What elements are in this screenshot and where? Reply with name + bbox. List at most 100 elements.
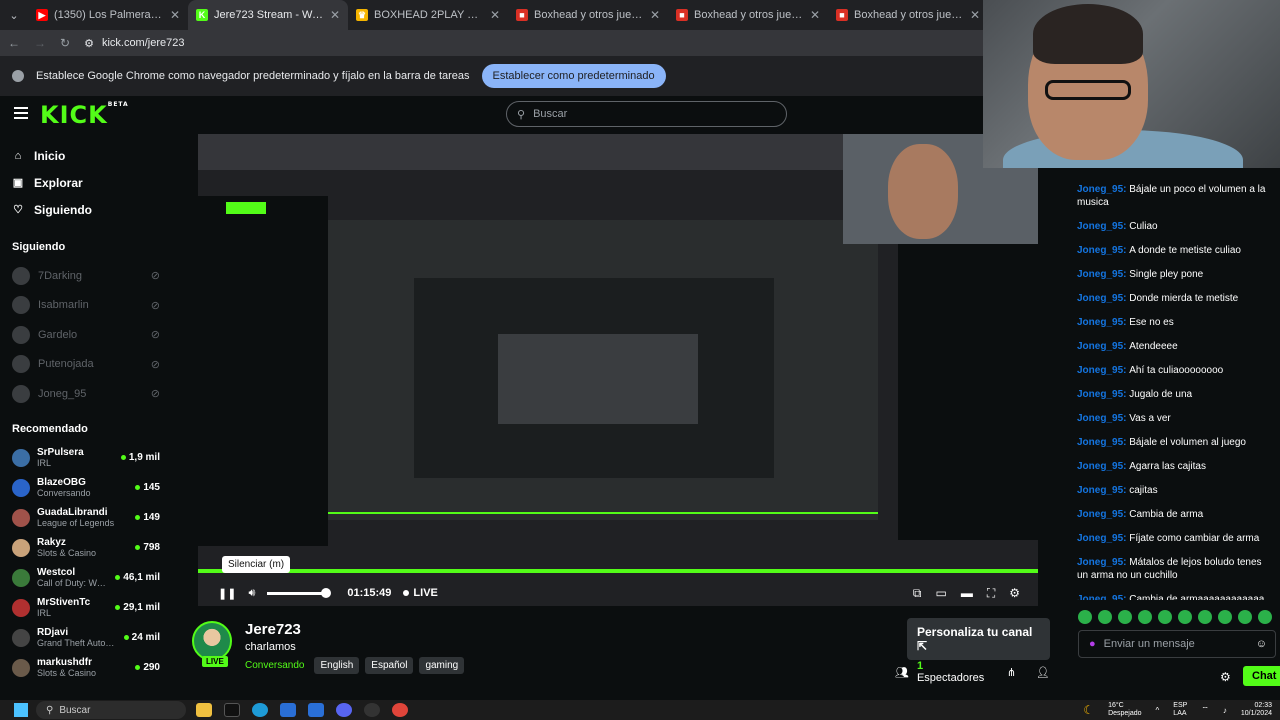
kick-logo[interactable]: KICKBETA <box>40 101 129 129</box>
chat-username[interactable]: Joneg_95 <box>1077 317 1123 328</box>
reload-icon[interactable]: ↻ <box>60 36 70 50</box>
pause-icon[interactable]: ❚❚ <box>218 587 236 600</box>
add-user-icon[interactable]: 👤︎ <box>1036 666 1050 679</box>
following-item[interactable]: Isabmarlin ⊘ <box>0 291 172 321</box>
share-icon[interactable]: ⋔ <box>1007 666 1016 679</box>
chat-username[interactable]: Joneg_95 <box>1077 594 1123 600</box>
chat-username[interactable]: Joneg_95 <box>1077 557 1123 568</box>
emote-icon[interactable] <box>1198 610 1212 624</box>
forward-icon[interactable]: → <box>34 36 46 50</box>
chat-username[interactable]: Joneg_95 <box>1077 293 1123 304</box>
emoji-icon[interactable]: ☺ <box>1256 638 1267 650</box>
recommended-item[interactable]: WestcolCall of Duty: Warz... 46,1 mil <box>0 563 172 593</box>
tray-chevron-icon[interactable]: ^ <box>1156 706 1160 715</box>
recommended-item[interactable]: GuadaLibrandi League of Legends 149 <box>0 503 172 533</box>
edge-icon[interactable] <box>252 703 268 717</box>
theater-icon[interactable]: ▬ <box>961 586 973 601</box>
menu-icon[interactable] <box>14 107 28 119</box>
chat-username[interactable]: Joneg_95 <box>1077 269 1123 280</box>
video-player[interactable] <box>198 134 1038 606</box>
browser-tab-4[interactable]: ■ Boxhead y otros juegos gratuito ✕ <box>668 0 828 30</box>
nav-item-0[interactable]: ⌂ Inicio <box>0 142 172 169</box>
browser-tab-0[interactable]: ▶ (1350) Los Palmeras - 35 Temas ✕ <box>28 0 188 30</box>
tag-english[interactable]: English <box>314 657 360 674</box>
windows-start-icon[interactable] <box>14 703 28 717</box>
tag-espanol[interactable]: Español <box>365 657 414 674</box>
emote-icon[interactable] <box>1098 610 1112 624</box>
following-item[interactable]: 7Darking ⊘ <box>0 261 172 291</box>
obs-icon[interactable] <box>364 703 380 717</box>
browser-tab-2[interactable]: ♛ BOXHEAD 2PLAY ROOMS juego ✕ <box>348 0 508 30</box>
customize-channel-button[interactable]: Personaliza tu canal ⇱ <box>907 618 1050 660</box>
settings-icon[interactable]: ⚙ <box>1009 586 1020 601</box>
emote-icon[interactable] <box>1078 610 1092 624</box>
fullscreen-icon[interactable]: ⛶ <box>987 586 995 601</box>
browser-tab-3[interactable]: ■ Boxhead y otros juegos gratuito ✕ <box>508 0 668 30</box>
player-progress-bar[interactable] <box>198 569 1038 573</box>
emote-icon[interactable] <box>1118 610 1132 624</box>
search-input[interactable]: ⚲ Buscar <box>506 101 787 127</box>
streamer-name[interactable]: Jere723 <box>245 621 301 638</box>
recommended-item[interactable]: Rakyz Slots & Casino 798 <box>0 533 172 563</box>
tab-search-button[interactable]: ⌄ <box>0 0 28 30</box>
site-info-icon[interactable]: ⚙ <box>84 37 94 50</box>
tab-close-icon[interactable]: ✕ <box>170 8 180 22</box>
recommended-item[interactable]: markushdfr Slots & Casino 290 <box>0 653 172 683</box>
clock[interactable]: 02:33 10/1/2024 <box>1241 702 1272 718</box>
clip-icon[interactable]: ▭ <box>935 586 946 601</box>
tiktok-icon[interactable] <box>224 703 240 717</box>
emote-icon[interactable] <box>1138 610 1152 624</box>
browser-tab-1[interactable]: K Jere723 Stream - Watch Live on ✕ <box>188 0 348 30</box>
volume-slider[interactable] <box>267 587 332 598</box>
tab-close-icon[interactable]: ✕ <box>970 8 980 22</box>
file-explorer-icon[interactable] <box>196 703 212 717</box>
following-item[interactable]: Gardelo ⊘ <box>0 320 172 350</box>
tab-close-icon[interactable]: ✕ <box>650 8 660 22</box>
tab-close-icon[interactable]: ✕ <box>490 8 500 22</box>
stream-category[interactable]: Conversando <box>245 660 304 671</box>
language-indicator[interactable]: ESP LAA <box>1173 702 1187 718</box>
chat-settings-icon[interactable]: ⚙ <box>1220 670 1231 684</box>
set-default-button[interactable]: Establecer como predeterminado <box>481 64 666 88</box>
taskbar-search[interactable]: ⚲ Buscar <box>36 701 186 719</box>
chat-username[interactable]: Joneg_95 <box>1077 389 1123 400</box>
chat-username[interactable]: Joneg_95 <box>1077 533 1123 544</box>
recommended-item[interactable]: SrPulsera IRL 1,9 mil <box>0 443 172 473</box>
network-icon[interactable]: ⌔ <box>1201 705 1209 715</box>
chat-send-button[interactable]: Chat <box>1243 666 1280 686</box>
speaker-icon[interactable]: ♪ <box>1223 706 1227 715</box>
chat-username[interactable]: Joneg_95 <box>1077 184 1123 195</box>
tab-close-icon[interactable]: ✕ <box>810 8 820 22</box>
chrome-taskbar-icon[interactable] <box>392 703 408 717</box>
following-item[interactable]: Putenojada ⊘ <box>0 350 172 380</box>
pip-icon[interactable]: ⧉ <box>913 586 922 601</box>
chat-username[interactable]: Joneg_95 <box>1077 461 1123 472</box>
calendar-icon[interactable] <box>308 703 324 717</box>
chat-username[interactable]: Joneg_95 <box>1077 485 1123 496</box>
following-item[interactable]: Joneg_95 ⊘ <box>0 379 172 409</box>
nav-item-2[interactable]: ♡ Siguiendo <box>0 196 172 223</box>
tab-close-icon[interactable]: ✕ <box>330 8 340 22</box>
back-icon[interactable]: ← <box>8 36 20 50</box>
url-field[interactable]: ⚙ kick.com/jere723 <box>84 37 184 50</box>
chat-input[interactable]: ● Enviar un mensaje ☺ <box>1078 630 1276 658</box>
tag-gaming[interactable]: gaming <box>419 657 465 674</box>
recommended-item[interactable]: BlazeOBG Conversando 145 <box>0 473 172 503</box>
chat-username[interactable]: Joneg_95 <box>1077 341 1123 352</box>
recommended-item[interactable]: RDjavi Grand Theft Auto V... 24 mil <box>0 623 172 653</box>
recommended-item[interactable]: MrStivenTc IRL 29,1 mil <box>0 593 172 623</box>
emote-icon[interactable] <box>1218 610 1232 624</box>
editor-icon[interactable] <box>280 703 296 717</box>
chat-username[interactable]: Joneg_95 <box>1077 509 1123 520</box>
emote-icon[interactable] <box>1158 610 1172 624</box>
chat-username[interactable]: Joneg_95 <box>1077 413 1123 424</box>
emote-icon[interactable] <box>1178 610 1192 624</box>
browser-tab-5[interactable]: ■ Boxhead y otros juegos gratuito ✕ <box>828 0 988 30</box>
emote-icon[interactable] <box>1258 610 1272 624</box>
discord-icon[interactable] <box>336 703 352 717</box>
emote-picker-icon[interactable]: ● <box>1089 638 1096 650</box>
nav-item-1[interactable]: ▣ Explorar <box>0 169 172 196</box>
volume-icon[interactable]: 🔊︎ <box>248 587 255 600</box>
chat-username[interactable]: Joneg_95 <box>1077 221 1123 232</box>
chat-username[interactable]: Joneg_95 <box>1077 365 1123 376</box>
